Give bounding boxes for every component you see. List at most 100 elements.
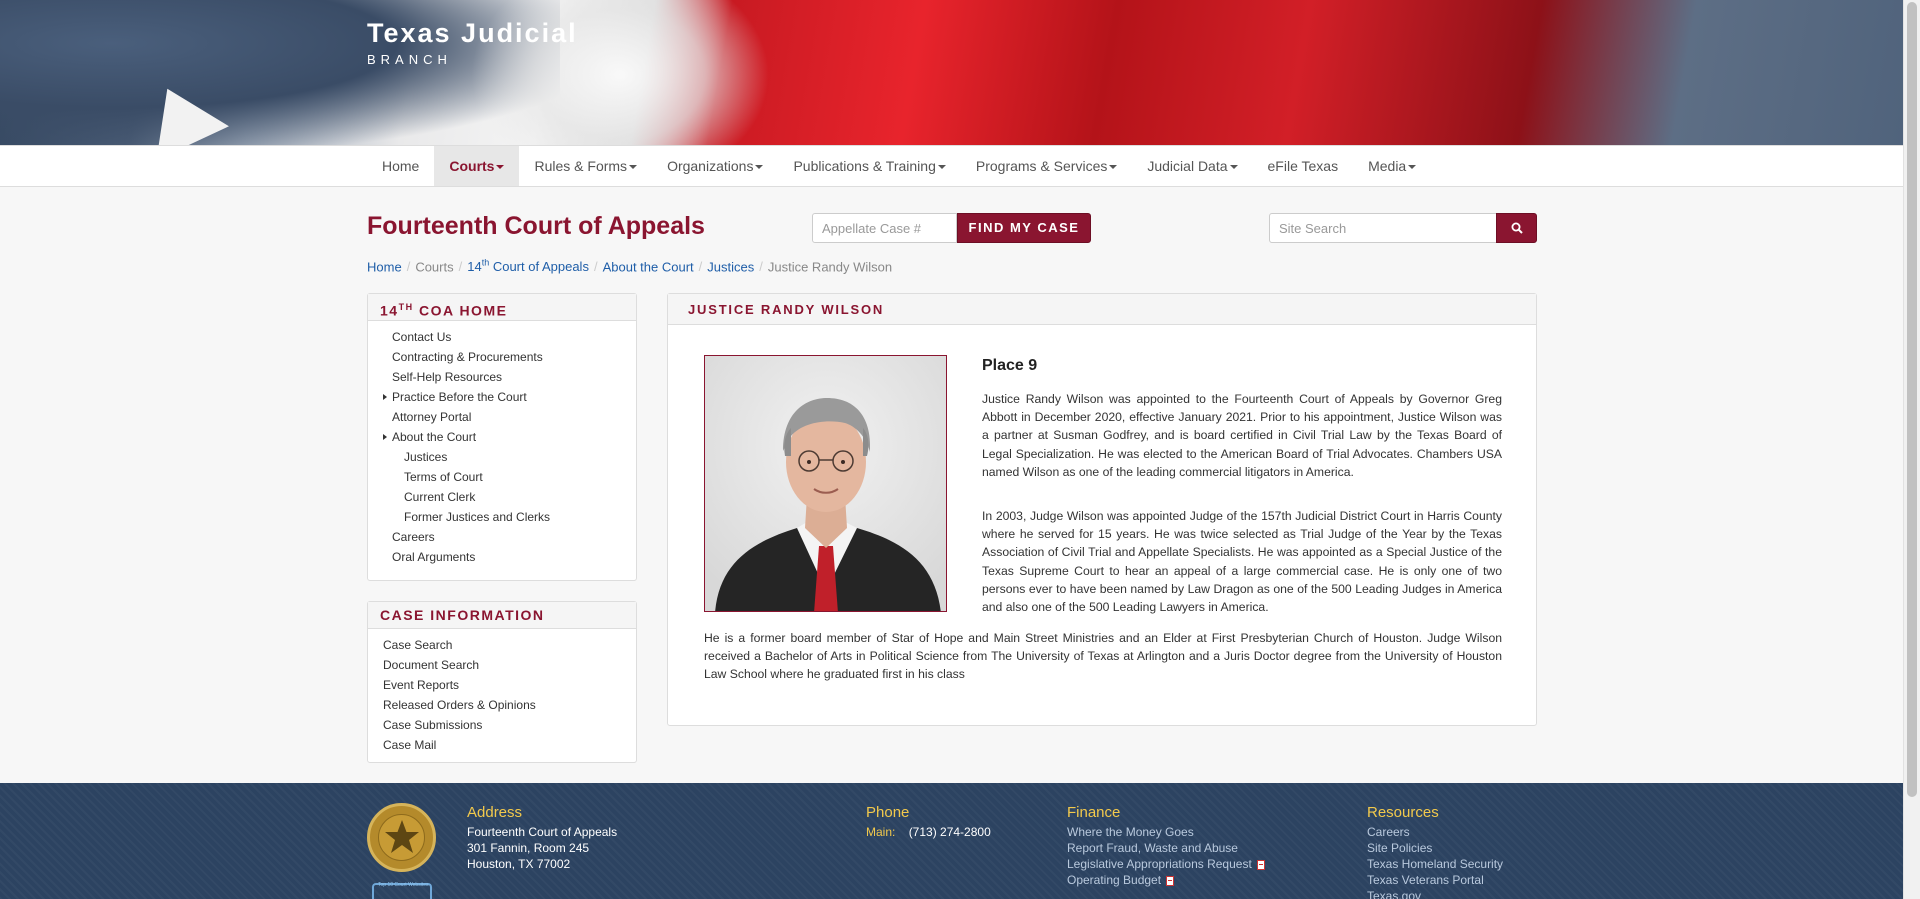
pdf-icon [1256,859,1265,870]
footer-link-money[interactable]: Where the Money Goes [1067,824,1265,840]
caret-down-icon [496,165,505,170]
breadcrumb-court[interactable]: 14th Court of Appeals [467,258,589,275]
caret-down-icon [1229,165,1238,170]
footer-link-homeland-security[interactable]: Texas Homeland Security [1367,856,1503,872]
breadcrumb-separator: / [593,259,598,275]
footer-finance-heading: Finance [1067,804,1121,821]
footer-address-line2: 301 Fannin, Room 245 [467,841,590,855]
case-information-heading: CASE INFORMATION [368,602,636,629]
sidebar-item-justices[interactable]: Justices [392,447,636,467]
caret-down-icon [755,165,764,170]
footer-address-line3: Houston, TX 77002 [467,857,571,871]
site-footer: Top 10 Court Websites Address Fourteenth… [0,783,1903,899]
breadcrumb-separator: / [759,259,763,275]
case-item-released-orders[interactable]: Released Orders & Opinions [383,695,636,715]
footer-link-budget[interactable]: Operating Budget [1067,872,1265,888]
nav-media[interactable]: Media [1353,146,1431,186]
sidebar-item-practice[interactable]: Practice Before the Court [383,387,636,407]
breadcrumb-home[interactable]: Home [367,259,402,274]
footer-link-veterans[interactable]: Texas Veterans Portal [1367,872,1503,888]
coa-home-sup: TH [398,302,414,312]
nav-media-label: Media [1368,158,1407,174]
nav-programs-label: Programs & Services [975,158,1108,174]
sidebar-item-contracting[interactable]: Contracting & Procurements [392,347,636,367]
nav-efile-texas[interactable]: eFile Texas [1253,146,1354,186]
justice-portrait [704,355,947,612]
site-search-button[interactable] [1496,213,1537,243]
footer-link-texas-gov[interactable]: Texas.gov [1367,888,1503,899]
sidebar-item-careers[interactable]: Careers [392,527,636,547]
footer-link-careers[interactable]: Careers [1367,824,1503,840]
sidebar-item-attorney-portal[interactable]: Attorney Portal [392,407,636,427]
site-search-input[interactable] [1269,213,1497,243]
pdf-icon [1166,875,1175,886]
nav-rules-forms[interactable]: Rules & Forms [519,146,652,186]
footer-address-line1: Fourteenth Court of Appeals [467,825,618,839]
justice-place: Place 9 [982,357,1038,374]
nav-efile-label: eFile Texas [1267,158,1339,174]
breadcrumb-separator: / [458,259,463,275]
sidebar-item-oral-arguments[interactable]: Oral Arguments [392,547,636,567]
nav-home[interactable]: Home [367,146,434,186]
footer-link-budget-label: Operating Budget [1067,873,1162,887]
bio-paragraph-1: Justice Randy Wilson was appointed to th… [982,392,1502,479]
footer-link-site-policies[interactable]: Site Policies [1367,840,1503,856]
breadcrumb-justices[interactable]: Justices [707,259,754,274]
breadcrumb-about[interactable]: About the Court [603,259,694,274]
footer-link-fraud[interactable]: Report Fraud, Waste and Abuse [1067,840,1265,856]
nav-publications-label: Publications & Training [793,158,936,174]
coa-home-heading[interactable]: 14TH COA HOME [368,294,636,321]
site-title[interactable]: Texas Judicial [367,18,578,49]
bio-paragraph-2: In 2003, Judge Wilson was appointed Judg… [982,509,1502,615]
nav-courts[interactable]: Courts [434,146,520,186]
caret-down-icon [1109,165,1118,170]
scrollbar-thumb[interactable] [1907,2,1917,797]
sidebar-item-terms[interactable]: Terms of Court [392,467,636,487]
coa-home-panel: 14TH COA HOME Contact Us Contracting & P… [367,293,637,581]
breadcrumb-court-num: 14 [467,259,482,275]
sidebar-item-self-help[interactable]: Self-Help Resources [392,367,636,387]
footer-phone: Phone Main: (713) 274-2800 [866,804,991,840]
nav-courts-label: Courts [449,158,495,174]
nav-rules-label: Rules & Forms [534,158,628,174]
case-information-panel: CASE INFORMATION Case Search Document Se… [367,601,637,763]
breadcrumb-separator: / [406,259,411,275]
find-my-case-button[interactable]: FIND MY CASE [957,213,1091,243]
nav-judicial-data[interactable]: Judicial Data [1132,146,1252,186]
nav-organizations[interactable]: Organizations [652,146,778,186]
breadcrumb: Home / Courts/14th Court of Appeals / About … [367,258,892,274]
caret-down-icon [937,165,946,170]
case-item-case-submissions[interactable]: Case Submissions [383,715,636,735]
case-item-document-search[interactable]: Document Search [383,655,636,675]
top-websites-badge[interactable]: Top 10 Court Websites [372,882,432,899]
triangle-right-icon [383,434,387,440]
nav-programs-services[interactable]: Programs & Services [961,146,1132,186]
sidebar-item-former-justices[interactable]: Former Justices and Clerks [392,507,636,527]
nav-organizations-label: Organizations [667,158,754,174]
footer-address-heading: Address [467,804,523,821]
footer-address: Address Fourteenth Court of Appeals 301 … [467,804,617,872]
coa-home-num: 14 [380,302,399,319]
case-item-case-mail[interactable]: Case Mail [383,735,636,755]
breadcrumb-court-rest: Court of Appeals [489,259,589,275]
vertical-scrollbar[interactable] [1903,0,1920,899]
sidebar-item-about[interactable]: About the Court [383,427,636,447]
sidebar-item-contact-us[interactable]: Contact Us [392,327,636,347]
nav-publications-training[interactable]: Publications & Training [778,146,960,186]
bio-paragraph-3: He is a former board member of Star of H… [704,631,1502,682]
sidebar-item-current-clerk[interactable]: Current Clerk [392,487,636,507]
nav-judicial-data-label: Judicial Data [1147,158,1228,174]
footer-phone-number[interactable]: (713) 274-2800 [909,825,991,839]
appellate-case-input[interactable] [812,213,957,243]
main-navbar: Home Courts Rules & Forms Organizations … [0,145,1903,187]
footer-phone-heading: Phone [866,804,910,821]
sidebar-item-practice-label: Practice Before the Court [392,390,527,404]
sidebar-item-about-label: About the Court [392,430,477,444]
triangle-right-icon [383,394,387,400]
search-icon [1511,222,1523,234]
footer-link-legislative[interactable]: Legislative Appropriations Request [1067,856,1265,872]
breadcrumb-current: Justice Randy Wilson [767,259,893,275]
footer-resources-heading: Resources [1367,804,1439,821]
case-item-event-reports[interactable]: Event Reports [383,675,636,695]
case-item-case-search[interactable]: Case Search [383,635,636,655]
